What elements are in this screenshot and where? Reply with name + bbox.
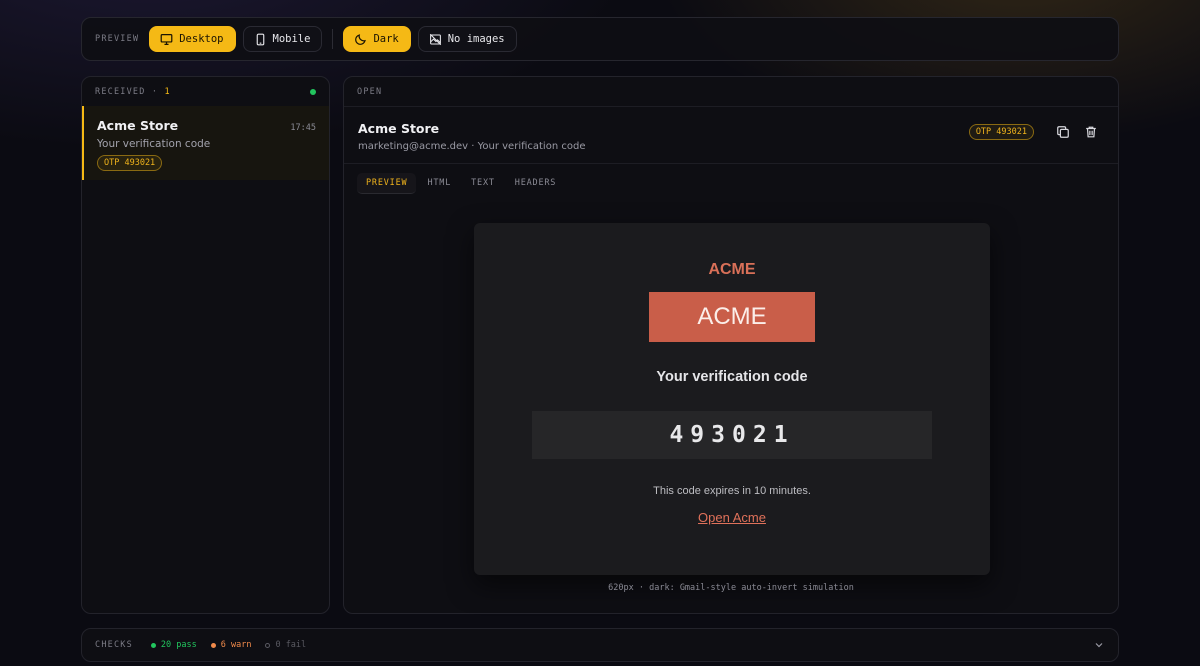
checks-warn: 6 warn	[210, 640, 252, 650]
list-item-subject: Your verification code	[97, 138, 211, 150]
tab-text[interactable]: TEXT	[462, 173, 504, 193]
email-expiry-text: This code expires in 10 minutes.	[653, 485, 811, 497]
monitor-icon	[160, 33, 173, 45]
open-label: OPEN	[357, 86, 383, 97]
open-header: OPEN	[344, 77, 1118, 106]
message-header: Acme Store marketing@acme.dev · Your ver…	[344, 106, 1118, 164]
mobile-button[interactable]: Mobile	[242, 26, 323, 52]
received-separator: ·	[151, 86, 159, 97]
dark-mode-button-label: Dark	[373, 33, 399, 45]
connection-status-dot	[310, 88, 316, 95]
desktop-button-label: Desktop	[179, 33, 224, 45]
dark-mode-button[interactable]: Dark	[343, 26, 411, 52]
warn-count: 6 warn	[220, 640, 252, 650]
tab-html[interactable]: HTML	[418, 173, 460, 193]
preview-toolbar: PREVIEW Desktop Mobile Dark No images	[81, 17, 1119, 61]
toolbar-divider	[332, 29, 334, 49]
tab-headers[interactable]: HEADERS	[506, 173, 565, 193]
mobile-button-label: Mobile	[272, 33, 311, 45]
otp-copy-badge[interactable]: OTP 493021	[968, 124, 1034, 140]
trash-icon	[1086, 126, 1096, 138]
email-heading: Your verification code	[656, 369, 808, 385]
checks-bar[interactable]: CHECKS 20 pass 6 warn 0 fail	[81, 628, 1119, 662]
no-images-button-label: No images	[447, 33, 505, 45]
open-acme-link[interactable]: Open Acme	[474, 510, 990, 525]
desktop-button[interactable]: Desktop	[149, 26, 236, 52]
fail-count: 0 fail	[275, 640, 307, 650]
image-off-icon	[429, 33, 441, 45]
received-count: 1	[164, 86, 171, 97]
email-brand: ACME	[708, 261, 756, 278]
moon-icon	[355, 33, 367, 45]
email-preview: ACME ACME Your verification code 493021 …	[474, 223, 990, 575]
received-label: RECEIVED	[95, 86, 146, 97]
warn-dot	[210, 642, 216, 648]
inbox-panel: RECEIVED · 1 Acme Store 17:45 Your verif…	[81, 76, 330, 614]
inbox-title: RECEIVED · 1	[95, 87, 171, 97]
chevron-down-icon[interactable]	[1093, 639, 1105, 651]
message-meta: marketing@acme.dev · Your verification c…	[358, 141, 586, 152]
list-item[interactable]: Acme Store 17:45 Your verification code …	[82, 106, 329, 180]
checks-label: CHECKS	[95, 640, 133, 650]
tab-preview[interactable]: PREVIEW	[357, 172, 417, 194]
preview-label: PREVIEW	[95, 34, 140, 44]
delete-button[interactable]	[1082, 123, 1100, 141]
list-item-sender: Acme Store	[97, 118, 179, 133]
checks-fail: 0 fail	[265, 640, 306, 650]
inbox-header: RECEIVED · 1	[82, 77, 329, 106]
list-item-time: 17:45	[290, 123, 316, 133]
verification-code: 493021	[532, 411, 932, 459]
view-tabs: PREVIEW HTML TEXT HEADERS	[344, 164, 1118, 202]
fail-dot	[265, 642, 271, 648]
message-actions: OTP 493021	[968, 123, 1100, 141]
checks-pass: 20 pass	[150, 640, 197, 650]
otp-badge: OTP 493021	[97, 155, 163, 171]
pass-count: 20 pass	[160, 640, 197, 650]
message-panel: OPEN Acme Store marketing@acme.dev · You…	[343, 76, 1119, 614]
pass-dot	[150, 642, 156, 648]
copy-button[interactable]	[1054, 123, 1072, 141]
no-images-button[interactable]: No images	[417, 26, 517, 52]
phone-icon	[256, 33, 264, 45]
preview-caption: 620px · dark: Gmail-style auto-invert si…	[608, 583, 854, 593]
email-logo: ACME	[649, 292, 815, 342]
copy-icon	[1057, 126, 1069, 138]
